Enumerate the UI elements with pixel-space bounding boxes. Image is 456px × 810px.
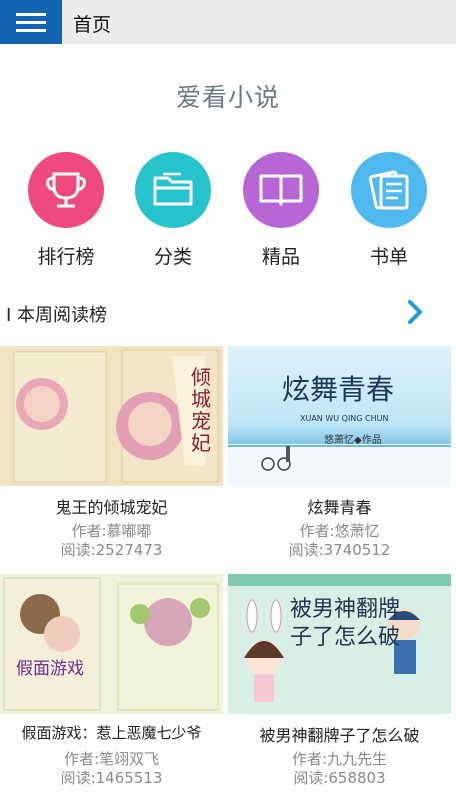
book-cover-title: 被男神翻牌子了怎么破 xyxy=(290,597,401,650)
book-cover-title: 倾城宠妃 xyxy=(191,365,211,455)
book-card[interactable]: 炫舞青春 XUAN WU QING CHUN 悠萧忆◆作品 炫舞青春 作者:悠萧… xyxy=(228,346,451,560)
category-label: 书单 xyxy=(369,246,408,268)
page-title: 首页 xyxy=(73,14,112,36)
folder-icon xyxy=(135,152,211,228)
book-card[interactable]: 倾城宠妃 鬼王的倾城宠妃 作者:慕嘟嘟 阅读:2527473 xyxy=(0,346,223,560)
app-name: 爱看小说 xyxy=(175,83,280,112)
book-cover-subtitle: XUAN WU QING CHUN xyxy=(300,414,389,423)
book-author: 作者:悠萧忆 xyxy=(299,522,380,540)
book-cover-title: 假面游戏 xyxy=(16,659,84,679)
book-reads: 阅读:3740512 xyxy=(288,541,391,559)
category-ranking[interactable]: 排行榜 xyxy=(21,152,111,269)
book-cover[interactable]: 被男神翻牌子了怎么破 xyxy=(228,574,451,714)
category-classify[interactable]: 分类 xyxy=(128,152,218,269)
category-premium[interactable]: 精品 xyxy=(236,152,326,269)
book-cover-title: 炫舞青春 xyxy=(282,373,395,406)
section-title: I 本周阅读榜 xyxy=(6,305,108,326)
list-icon xyxy=(351,152,427,228)
category-label: 分类 xyxy=(153,246,192,268)
book-icon xyxy=(243,152,319,228)
category-booklist[interactable]: 书单 xyxy=(344,152,434,269)
book-card[interactable]: 假面游戏 假面游戏：惹上恶魔七少爷 作者:笔翊双飞 阅读:1465513 xyxy=(0,574,223,788)
book-cover[interactable]: 假面游戏 xyxy=(0,574,223,714)
category-label: 排行榜 xyxy=(37,246,95,268)
book-cover[interactable]: 倾城宠妃 xyxy=(0,346,223,486)
book-author: 作者:笔翊双飞 xyxy=(63,750,160,768)
trophy-icon xyxy=(28,152,104,228)
book-cover[interactable]: 炫舞青春 XUAN WU QING CHUN 悠萧忆◆作品 xyxy=(228,346,451,486)
top-bar: 首页 xyxy=(0,0,456,44)
book-title: 炫舞青春 xyxy=(307,498,372,517)
book-title: 鬼王的倾城宠妃 xyxy=(55,498,168,517)
hamburger-menu-icon[interactable] xyxy=(0,0,62,44)
book-author: 作者:九九先生 xyxy=(291,750,388,768)
book-title: 假面游戏：惹上恶魔七少爷 xyxy=(21,724,202,742)
book-reads: 阅读:658803 xyxy=(293,769,386,787)
book-card[interactable]: 被男神翻牌子了怎么破 被男神翻牌子了怎么破 作者:九九先生 阅读:658803 xyxy=(228,574,451,788)
chevron-right-icon[interactable] xyxy=(402,298,428,326)
book-author: 作者:慕嘟嘟 xyxy=(71,522,152,540)
book-reads: 阅读:2527473 xyxy=(60,541,163,559)
category-label: 精品 xyxy=(261,246,300,268)
book-cover-credit: 悠萧忆◆作品 xyxy=(324,435,382,446)
book-reads: 阅读:1465513 xyxy=(60,769,163,787)
book-title: 被男神翻牌子了怎么破 xyxy=(259,726,420,745)
